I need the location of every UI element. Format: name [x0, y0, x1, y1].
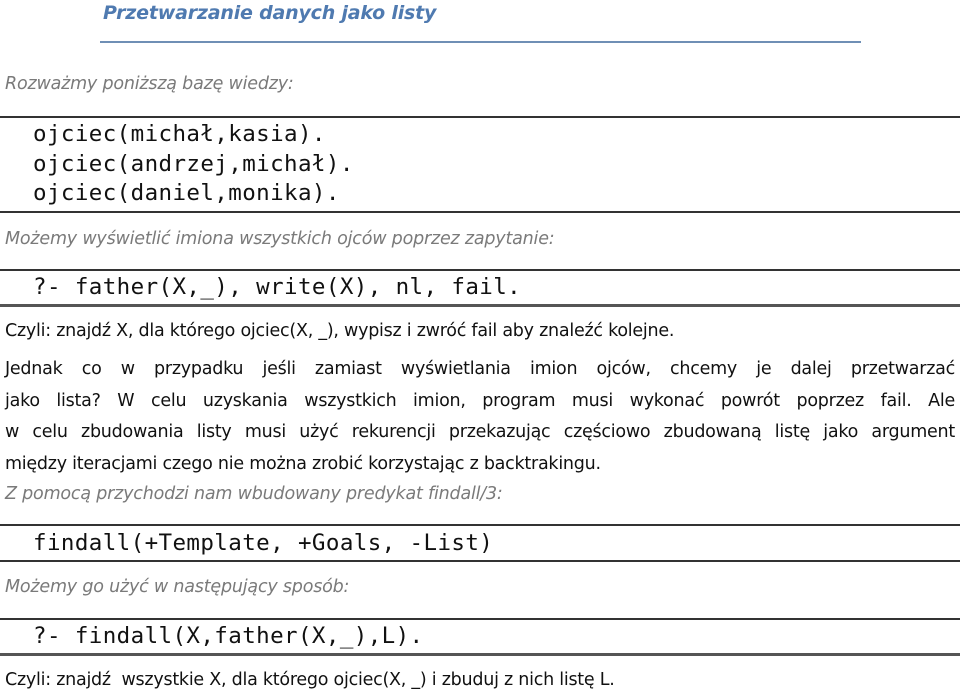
signature-block-top-rule	[0, 524, 960, 526]
page-title: Przetwarzanie danych jako listy	[103, 2, 437, 24]
code-line: ojciec(daniel,monika).	[33, 180, 340, 206]
findall-signature-code: findall(+Template, +Goals, -List)	[33, 530, 494, 556]
code-block-bottom-rule	[0, 211, 960, 213]
query-block-top-rule	[0, 269, 960, 271]
paragraph-line: między iteracjami czego nie można zrobić…	[5, 453, 601, 474]
paragraph-line: Jednak co w przypadku jeśli zamiast wyśw…	[5, 359, 955, 379]
query-intro-text: Możemy wyświetlić imiona wszystkich ojcó…	[5, 229, 555, 249]
paragraph: Jednak co w przypadku jeśli zamiast wyśw…	[5, 354, 955, 480]
intro-text: Rozważmy poniższą bazę wiedzy:	[5, 74, 294, 94]
paragraph-line: jako lista? W celu uzyskania wszystkich …	[5, 390, 955, 411]
findall-intro-text: Z pomocą przychodzi nam wbudowany predyk…	[5, 484, 503, 504]
code-line: ojciec(andrzej,michał).	[33, 151, 354, 177]
final-explanation-text: Czyli: znajdź wszystkie X, dla którego o…	[5, 670, 615, 690]
findall-query-code: ?- findall(X,father(X,_),L).	[33, 623, 424, 649]
usage-intro-text: Możemy go użyć w następujący sposób:	[5, 577, 350, 597]
query-block-bottom-rule	[0, 304, 960, 307]
usage-block-bottom-rule	[0, 653, 960, 656]
title-underline	[100, 41, 861, 43]
signature-block-bottom-rule	[0, 560, 960, 562]
paragraph-line: w celu zbudowania listy musi użyć rekure…	[5, 422, 955, 442]
code-line: ojciec(michał,kasia).	[33, 121, 326, 147]
usage-block-top-rule	[0, 618, 960, 620]
code-block-top-rule	[0, 116, 960, 118]
explanation-text: Czyli: znajdź X, dla którego ojciec(X, _…	[5, 321, 675, 341]
query-code: ?- father(X,_), write(X), nl, fail.	[33, 274, 522, 300]
